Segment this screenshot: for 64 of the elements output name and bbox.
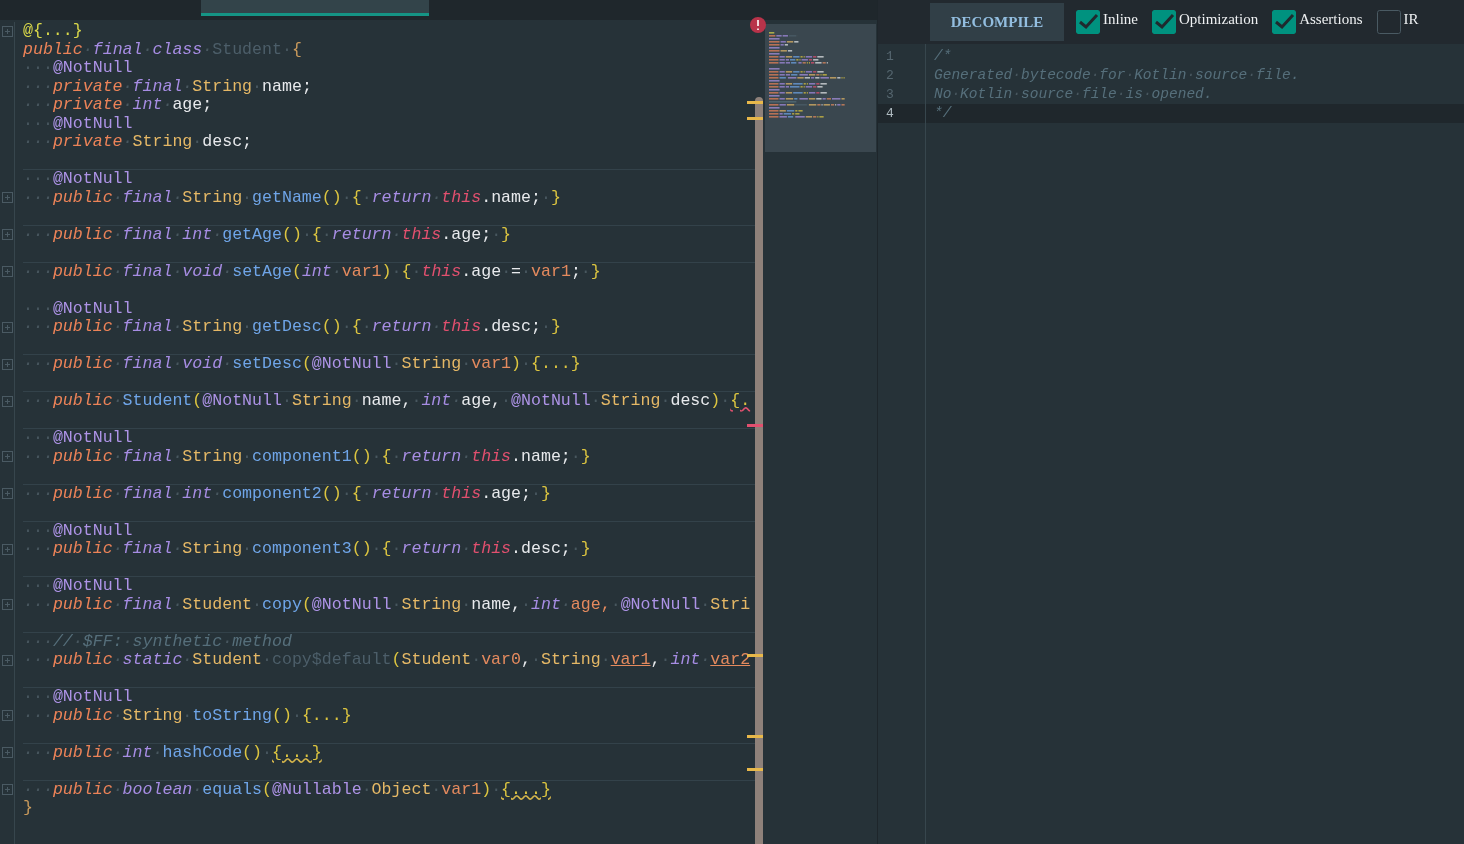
code-line: ···private·int·age; [23,96,214,115]
checkbox-label[interactable]: Inline [1103,10,1138,28]
checkbox-label[interactable]: Assertions [1299,10,1363,28]
code-line: ···public·int·hashCode()·{...} [23,743,323,762]
code-line: ···public·boolean·equals(@Nullable·Object·var1)·{...} [23,780,552,799]
fold-icon[interactable] [1,25,13,37]
decompile-button[interactable]: DECOMPILE [930,3,1064,41]
checkbox[interactable] [1152,10,1176,34]
warning-marker[interactable] [747,101,763,104]
comment-line: Generated·bytecode·for·Kotlin·source·file. [933,66,1301,85]
fold-icon[interactable] [1,321,13,333]
comment-line: /* [933,47,953,66]
code-line: ···@NotNull [23,59,134,78]
code-line: ···public·final·String·getName()·{·return·this.name;·} [23,188,562,207]
editor-tab[interactable] [201,0,429,16]
code-line: ···@NotNull [23,577,134,596]
code-line: ···private·final·String·name; [23,77,313,96]
fold-icon[interactable] [1,710,13,722]
fold-icon[interactable] [1,229,13,241]
code-line: @{...} [23,22,84,41]
checkbox[interactable] [1376,10,1401,34]
code-line: ···public·final·Student·copy(@NotNull·String·name,·int·age,·@NotNull·Stri [23,595,752,614]
code-line: ···public·final·String·getDesc()·{·return·this.desc;·} [23,318,562,337]
code-line: ···@NotNull [23,521,134,540]
code-line: ···@NotNull [23,299,134,318]
fold-icon[interactable] [1,747,13,759]
fold-icon[interactable] [1,654,13,666]
error-icon[interactable] [749,16,767,34]
checkbox-label[interactable]: IR [1403,10,1419,28]
code-line: ···@NotNull [23,429,134,448]
fold-icon[interactable] [1,266,13,278]
code-line: ···@NotNull [23,114,134,133]
code-line: ···public·final·int·getAge()·{·return·this.age;·} [23,225,513,244]
warning-marker[interactable] [747,117,763,120]
comment-line: No·Kotlin·source·file·is·opened. [933,85,1214,104]
code-line: } [23,799,34,818]
code-line: ···public·final·String·component1()·{·return·this.name;·} [23,447,592,466]
fold-icon[interactable] [1,192,13,204]
code-line: ···public·final·void·setAge(int·var1)·{·this.age·=·var1;·} [23,262,602,281]
code-line: ···public·final·String·component3()·{·return·this.desc;·} [23,540,592,559]
code-line: ···public·String·toString()·{...} [23,706,353,725]
code-line: ···//·$FF:·synthetic·method [23,632,293,651]
code-line: ···public·final·int·component2()·{·return·this.age;·} [23,484,552,503]
fold-icon[interactable] [1,488,13,500]
code-line: ···@NotNull [23,170,134,189]
fold-icon[interactable] [1,451,13,463]
line-number: 4 [878,104,925,123]
checkbox[interactable] [1272,10,1297,34]
code-line: ···public·final·void·setDesc(@NotNull·String·var1)·{...} [23,355,582,374]
scrollbar-thumb[interactable] [755,97,763,844]
code-line: ···@NotNull [23,688,134,707]
code-line: ···public·Student(@NotNull·String·name,·int·age,·@NotNull·String·desc)·{. [23,392,752,411]
warning-marker[interactable] [747,768,763,771]
error-marker[interactable] [747,424,763,427]
fold-icon[interactable] [1,543,13,555]
checkbox[interactable] [1076,10,1100,34]
warning-marker[interactable] [747,735,763,738]
fold-icon[interactable] [1,784,13,796]
fold-icon[interactable] [1,395,13,407]
fold-icon[interactable] [1,599,13,611]
checkbox-label[interactable]: Optimization [1179,10,1259,28]
code-line: ···private·String·desc; [23,133,254,152]
fold-icon[interactable] [1,358,13,370]
warning-marker[interactable] [747,654,763,657]
